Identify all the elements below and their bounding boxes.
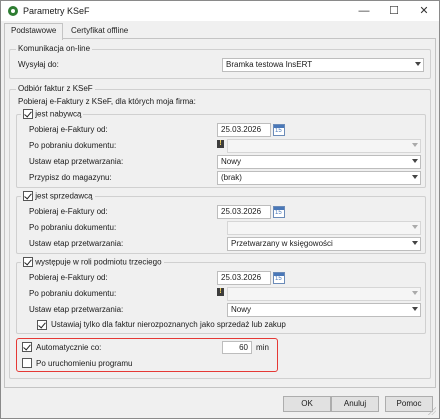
auto-interval-input[interactable]: 60	[222, 341, 252, 354]
chevron-down-icon	[412, 291, 418, 295]
trzeci-only-checkbox[interactable]	[37, 320, 47, 330]
sprzedawca-after-select[interactable]	[227, 221, 421, 235]
app-gear-icon	[8, 6, 18, 16]
nabywca-after-select[interactable]	[227, 139, 421, 153]
trzeci-checkbox[interactable]	[23, 257, 33, 267]
chevron-down-icon	[412, 225, 418, 229]
send-to-select[interactable]: Bramka testowa InsERT	[222, 58, 424, 72]
chevron-down-icon	[412, 175, 418, 179]
sprzedawca-stage-select[interactable]: Przetwarzany w księgowości	[227, 237, 421, 251]
sprzedawca-checkbox[interactable]	[23, 191, 33, 201]
trzeci-calendar-icon[interactable]: 15	[273, 272, 285, 284]
tab-bar: Podstawowe Certyfikat offline	[1, 21, 439, 40]
minimize-button[interactable]: —	[349, 1, 379, 21]
sprzedawca-stage-value: Przetwarzany w księgowości	[231, 239, 333, 248]
send-to-value: Bramka testowa InsERT	[226, 60, 313, 69]
nabywca-header: jest nabywcą	[21, 109, 84, 119]
trzeci-label: występuje w roli podmiotu trzeciego	[35, 257, 162, 267]
sprzedawca-calendar-icon[interactable]: 15	[273, 206, 285, 218]
chevron-down-icon	[412, 307, 418, 311]
trzeci-stage-label: Ustaw etap przetwarzania:	[29, 305, 124, 314]
send-to-label: Wysyłaj do:	[18, 60, 59, 69]
auto-label: Automatycznie co:	[36, 343, 102, 352]
sprzedawca-date-label: Pobieraj e-Faktury od:	[29, 207, 108, 216]
nabywca-date-input[interactable]: 25.03.2026	[217, 123, 271, 137]
nabywca-warehouse-label: Przypisz do magazynu:	[29, 173, 112, 182]
ok-button[interactable]: OK	[283, 396, 331, 412]
group-komunikacja: Komunikacja on-line Wysyłaj do: Bramka t…	[9, 44, 431, 79]
tab-podstawowe[interactable]: Podstawowe	[4, 23, 64, 40]
nabywca-after-label: Po pobraniu dokumentu:	[29, 141, 117, 150]
auto-unit: min	[256, 343, 269, 352]
nabywca-warehouse-select[interactable]: (brak)	[217, 171, 421, 185]
trzeci-after-label: Po pobraniu dokumentu:	[29, 289, 117, 298]
dialog-window: Parametry KSeF — ☐ ✕ Podstawowe Certyfik…	[0, 0, 440, 419]
chevron-down-icon	[412, 241, 418, 245]
group-nabywca: jest nabywcą Pobieraj e-Faktury od: 25.0…	[16, 109, 426, 188]
trzeci-header: występuje w roli podmiotu trzeciego	[21, 257, 164, 267]
nabywca-label: jest nabywcą	[35, 109, 82, 119]
trzeci-after-select[interactable]	[227, 287, 421, 301]
chevron-down-icon	[412, 159, 418, 163]
tab-panel: Komunikacja on-line Wysyłaj do: Bramka t…	[4, 38, 436, 388]
nabywca-checkbox[interactable]	[23, 109, 33, 119]
nabywca-stage-select[interactable]: Nowy	[217, 155, 421, 169]
sprzedawca-label: jest sprzedawcą	[35, 191, 93, 201]
chevron-down-icon	[412, 143, 418, 147]
chevron-down-icon	[415, 62, 421, 66]
trzeci-date-input[interactable]: 25.03.2026	[217, 271, 271, 285]
help-button[interactable]: Pomoc	[385, 396, 433, 412]
trzeci-stage-value: Nowy	[231, 305, 252, 314]
title-bar: Parametry KSeF — ☐ ✕	[1, 1, 439, 21]
nabywca-calendar-icon[interactable]: 15	[273, 124, 285, 136]
nabywca-stage-value: Nowy	[221, 157, 242, 166]
odbior-intro: Pobieraj e-Faktury z KSeF, dla których m…	[18, 97, 196, 106]
nabywca-warning-icon: !	[217, 140, 224, 148]
trzeci-stage-select[interactable]: Nowy	[227, 303, 421, 317]
tab-certyfikat-offline[interactable]: Certyfikat offline	[65, 24, 134, 39]
trzeci-only-label: Ustawiaj tylko dla faktur nierozpoznanyc…	[51, 320, 286, 329]
sprzedawca-after-label: Po pobraniu dokumentu:	[29, 223, 117, 232]
cancel-button[interactable]: Anuluj	[331, 396, 379, 412]
group-odbior: Odbiór faktur z KSeF Pobieraj e-Faktury …	[9, 84, 431, 379]
resize-grip-icon[interactable]	[428, 407, 436, 415]
sprzedawca-date-input[interactable]: 25.03.2026	[217, 205, 271, 219]
sprzedawca-stage-label: Ustaw etap przetwarzania:	[29, 239, 124, 248]
group-odbior-legend: Odbiór faktur z KSeF	[16, 84, 95, 93]
trzeci-warning-icon: !	[217, 288, 224, 296]
group-komunikacja-legend: Komunikacja on-line	[16, 44, 93, 53]
group-trzeci: występuje w roli podmiotu trzeciego Pobi…	[16, 257, 426, 334]
startup-label: Po uruchomieniu programu	[36, 359, 133, 368]
window-title: Parametry KSeF	[23, 6, 90, 16]
maximize-button[interactable]: ☐	[379, 1, 409, 21]
nabywca-stage-label: Ustaw etap przetwarzania:	[29, 157, 124, 166]
nabywca-date-label: Pobieraj e-Faktury od:	[29, 125, 108, 134]
auto-checkbox[interactable]	[22, 342, 32, 352]
startup-checkbox[interactable]	[22, 358, 32, 368]
trzeci-date-label: Pobieraj e-Faktury od:	[29, 273, 108, 282]
sprzedawca-header: jest sprzedawcą	[21, 191, 95, 201]
group-sprzedawca: jest sprzedawcą Pobieraj e-Faktury od: 2…	[16, 191, 426, 254]
nabywca-warehouse-value: (brak)	[221, 173, 242, 182]
close-button[interactable]: ✕	[409, 1, 439, 21]
